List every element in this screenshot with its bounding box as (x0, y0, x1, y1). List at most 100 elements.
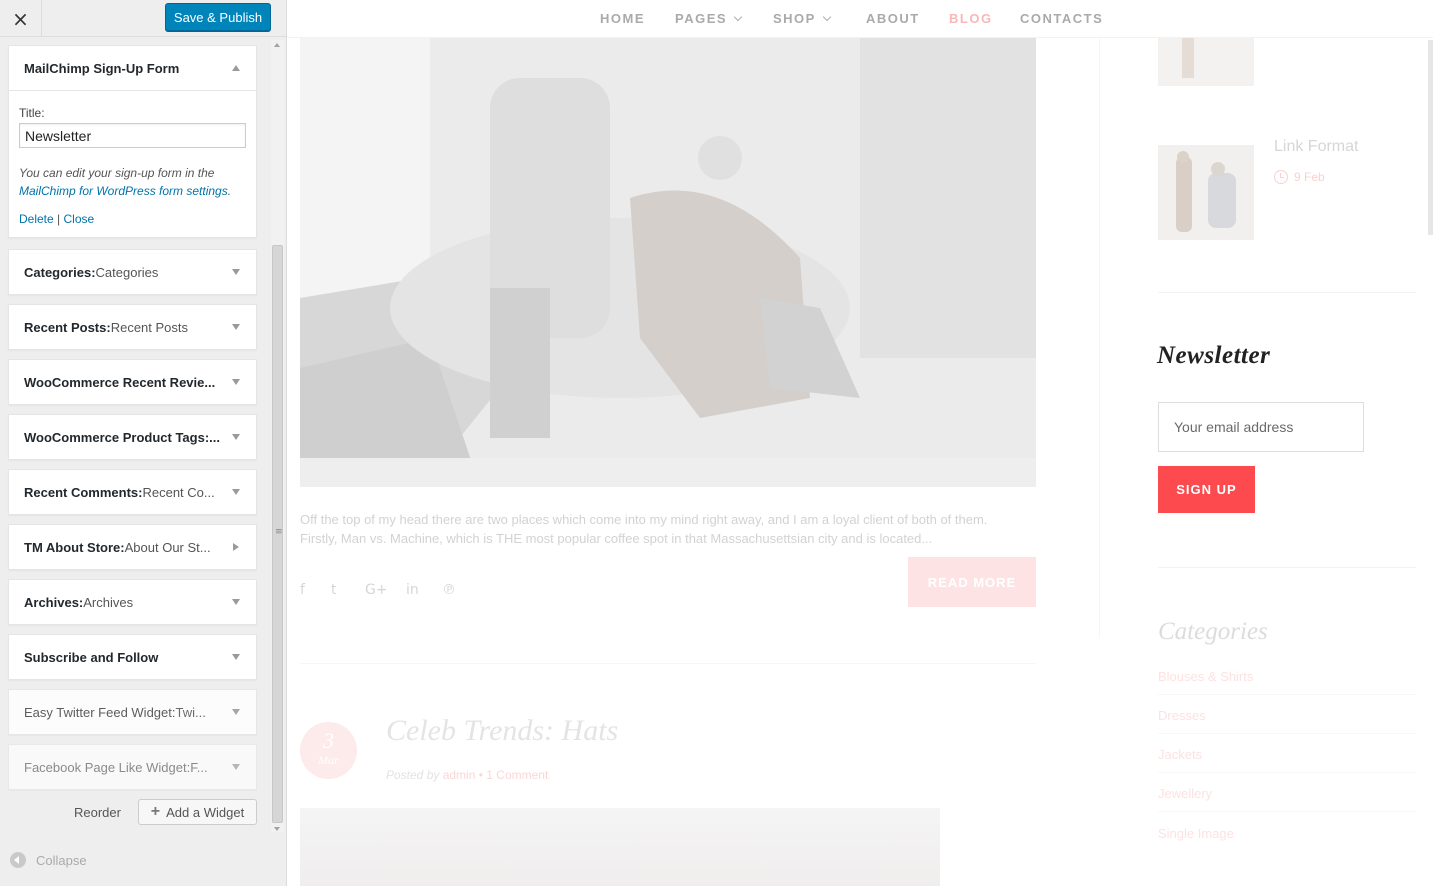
nav-about[interactable]: ABOUT (866, 11, 920, 26)
nav-blog[interactable]: BLOG (949, 11, 993, 26)
widget-tm-about-store[interactable]: TM About Store: About Our St... (8, 524, 257, 570)
widget-title: Facebook Page Like Widget: (24, 759, 191, 775)
widget-header[interactable]: TM About Store: About Our St... (9, 525, 256, 569)
chevron-down-icon (733, 12, 743, 21)
expand-arrow-icon[interactable] (232, 324, 240, 330)
widget-recent-comments[interactable]: Recent Comments: Recent Co... (8, 469, 257, 515)
mailchimp-settings-link[interactable]: MailChimp for WordPress form settings (19, 184, 228, 198)
post-date-month: Mar (318, 753, 339, 767)
scroll-up-icon[interactable] (274, 43, 280, 47)
widget-header[interactable]: Subscribe and Follow (9, 635, 256, 679)
expand-arrow-icon[interactable] (232, 599, 240, 605)
widget-title: WooCommerce Recent Revie... (24, 374, 216, 390)
post-excerpt: Off the top of my head there are two pla… (300, 510, 1040, 548)
post-meta: Posted by admin • 1 Comment (386, 768, 548, 782)
google-plus-icon[interactable]: G+ (365, 582, 388, 598)
scroll-grip-icon: ≡ (275, 527, 283, 537)
close-link[interactable]: Close (63, 212, 94, 226)
nav-home[interactable]: HOME (600, 11, 645, 26)
widget-title: Recent Posts: (24, 319, 111, 335)
widget-header[interactable]: Archives: Archives (9, 580, 256, 624)
widget-header[interactable]: Recent Posts: Recent Posts (9, 305, 256, 349)
comments-link[interactable]: 1 Comment (486, 768, 548, 782)
reorder-link[interactable]: Reorder (74, 805, 121, 820)
recent-post-title[interactable]: Link Format (1274, 138, 1358, 156)
nav-shop[interactable]: SHOP (773, 11, 832, 26)
post-date-day: 3 (323, 728, 334, 753)
post-featured-image[interactable] (300, 38, 1036, 487)
newsletter-email-input[interactable] (1158, 402, 1364, 452)
mailchimp-widget-body: Title: You can edit your sign-up form in… (9, 90, 256, 226)
collapse-arrow-icon[interactable] (232, 65, 240, 71)
expand-arrow-icon[interactable] (232, 654, 240, 660)
post-featured-image[interactable] (300, 808, 940, 886)
nav-contacts[interactable]: CONTACTS (1020, 11, 1103, 26)
nav-label: HOME (600, 11, 645, 26)
pinterest-icon[interactable]: ℗ (442, 582, 456, 598)
widget-header[interactable]: Facebook Page Like Widget: F... (9, 745, 256, 789)
customizer-header: × Save & Publish (0, 0, 286, 37)
title-label: Title: (19, 106, 45, 120)
add-widget-label: Add a Widget (166, 804, 245, 820)
title-input[interactable] (19, 123, 246, 148)
sidebar-divider (1158, 567, 1416, 568)
delete-link[interactable]: Delete (19, 212, 54, 226)
author-link[interactable]: admin (443, 768, 476, 782)
mailchimp-note: You can edit your sign-up form in the Ma… (19, 164, 246, 200)
customizer-sidebar: × Save & Publish MailChimp Sign-Up Form … (0, 0, 287, 886)
expand-arrow-icon[interactable] (232, 489, 240, 495)
widget-easy-twitter-feed[interactable]: Easy Twitter Feed Widget: Twi... (8, 689, 257, 735)
category-link[interactable]: Single Image (1158, 826, 1234, 841)
add-widget-button[interactable]: + Add a Widget (138, 799, 257, 825)
widget-title: WooCommerce Product Tags:... (24, 429, 220, 445)
nav-pages[interactable]: PAGES (675, 11, 743, 26)
preview-scrollbar[interactable] (1428, 40, 1433, 235)
widget-facebook-page-like[interactable]: Facebook Page Like Widget: F... (8, 744, 257, 790)
expand-arrow-icon[interactable] (232, 709, 240, 715)
widget-subtitle: About Our St... (124, 539, 211, 555)
widget-title: Subscribe and Follow (24, 649, 159, 665)
widget-subtitle: Categories (95, 264, 159, 280)
scroll-down-icon[interactable] (274, 827, 280, 831)
collapse-button[interactable]: Collapse (10, 852, 87, 868)
expand-arrow-icon[interactable] (233, 543, 239, 551)
widget-archives[interactable]: Archives: Archives (8, 579, 257, 625)
excerpt-line: Firstly, Man vs. Machine, which is THE m… (300, 531, 933, 546)
expand-arrow-icon[interactable] (232, 269, 240, 275)
widget-title: TM About Store: (24, 539, 125, 555)
widget-header[interactable]: Easy Twitter Feed Widget: Twi... (9, 690, 256, 734)
widget-woocommerce-recent-reviews[interactable]: WooCommerce Recent Revie... (8, 359, 257, 405)
post-thumbnail[interactable] (1158, 38, 1254, 86)
widget-subscribe-follow[interactable]: Subscribe and Follow (8, 634, 257, 680)
widget-header[interactable]: WooCommerce Product Tags:... (9, 415, 256, 459)
thumbnail-art (1158, 38, 1254, 86)
widget-header[interactable]: Recent Comments: Recent Co... (9, 470, 256, 514)
widget-woocommerce-product-tags[interactable]: WooCommerce Product Tags:... (8, 414, 257, 460)
facebook-icon[interactable]: f (300, 582, 305, 598)
excerpt-line: Off the top of my head there are two pla… (300, 512, 988, 527)
category-link[interactable]: Jewellery (1158, 786, 1212, 801)
twitter-icon[interactable]: t (331, 582, 337, 598)
save-publish-button[interactable]: Save & Publish (165, 3, 271, 31)
widget-header[interactable]: Categories: Categories (9, 250, 256, 294)
nav-label: BLOG (949, 11, 993, 26)
linkedin-icon[interactable]: in (406, 582, 419, 598)
expand-arrow-icon[interactable] (232, 434, 240, 440)
nav-label: PAGES (675, 11, 728, 26)
categories-heading: Categories (1158, 618, 1268, 645)
signup-button[interactable]: SIGN UP (1158, 466, 1255, 513)
close-customizer-button[interactable]: × (0, 0, 42, 37)
widget-categories[interactable]: Categories: Categories (8, 249, 257, 295)
post-thumbnail[interactable] (1158, 145, 1254, 240)
widget-header[interactable]: WooCommerce Recent Revie... (9, 360, 256, 404)
post-title[interactable]: Celeb Trends: Hats (386, 714, 618, 748)
expand-arrow-icon[interactable] (232, 379, 240, 385)
post-date-badge: 3 Mar (300, 722, 357, 779)
expand-arrow-icon[interactable] (232, 764, 240, 770)
category-link[interactable]: Jackets (1158, 747, 1202, 762)
category-link[interactable]: Blouses & Shirts (1158, 669, 1253, 684)
read-more-button[interactable]: READ MORE (908, 557, 1036, 607)
mailchimp-widget-header[interactable]: MailChimp Sign-Up Form (9, 46, 256, 90)
category-link[interactable]: Dresses (1158, 708, 1206, 723)
widget-recent-posts[interactable]: Recent Posts: Recent Posts (8, 304, 257, 350)
